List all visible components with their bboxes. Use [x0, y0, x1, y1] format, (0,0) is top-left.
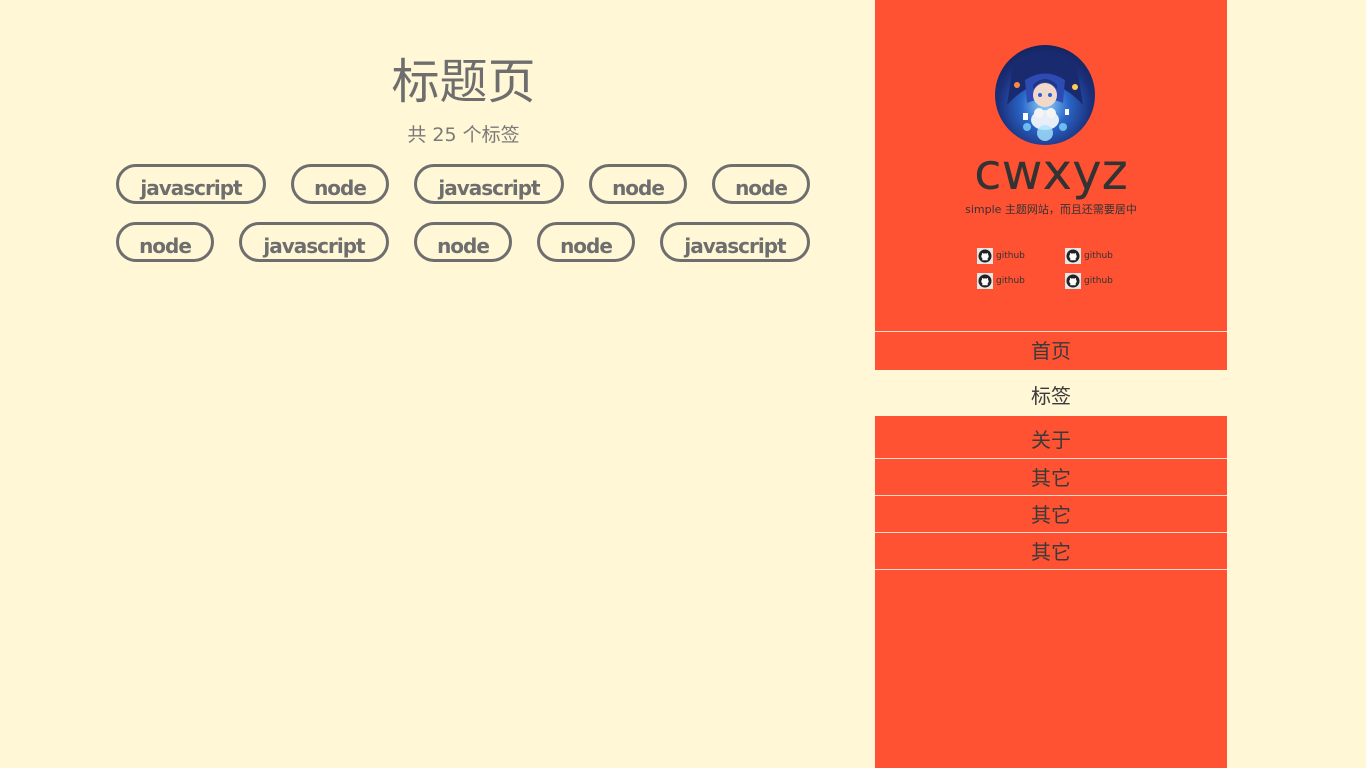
avatar[interactable] [995, 45, 1095, 145]
github-icon [977, 248, 993, 264]
social-link-github[interactable]: github [977, 273, 1025, 289]
avatar-image [1007, 53, 1083, 141]
social-link-github[interactable]: github [977, 248, 1025, 264]
tag-pill[interactable]: node [291, 164, 389, 204]
tag-pill[interactable]: node [537, 222, 635, 262]
social-link-label: github [996, 251, 1025, 261]
page-title: 标题页 [391, 54, 536, 110]
tag-pill[interactable]: javascript [660, 222, 810, 262]
page: 标题页 共 25 个标签 javascript node javascript … [0, 0, 1366, 768]
site-description: simple 主题网站，而且还需要居中 [965, 203, 1137, 216]
main-content: 标题页 共 25 个标签 javascript node javascript … [0, 0, 875, 768]
tag-pill[interactable]: javascript [116, 164, 266, 204]
tag-pill[interactable]: javascript [414, 164, 564, 204]
tag-pill[interactable]: javascript [239, 222, 389, 262]
social-link-label: github [1084, 276, 1113, 286]
nav-item-other[interactable]: 其它 [875, 533, 1227, 570]
social-link-github[interactable]: github [1065, 248, 1113, 264]
tag-count: 共 25 个标签 [407, 124, 520, 146]
tag-pill[interactable]: node [116, 222, 214, 262]
github-icon [977, 273, 993, 289]
tag-pill[interactable]: node [414, 222, 512, 262]
sidebar-nav: 首页 标签 关于 其它 其它 其它 [875, 331, 1227, 570]
social-link-github[interactable]: github [1065, 273, 1113, 289]
nav-item-other[interactable]: 其它 [875, 496, 1227, 533]
nav-item-tags[interactable]: 标签 [875, 370, 1227, 416]
social-link-label: github [996, 276, 1025, 286]
github-icon [1065, 273, 1081, 289]
sidebar: cwxyz simple 主题网站，而且还需要居中 github github [875, 0, 1227, 768]
site-name[interactable]: cwxyz [875, 140, 1227, 204]
nav-item-about[interactable]: 关于 [875, 416, 1227, 459]
nav-item-home[interactable]: 首页 [875, 331, 1227, 370]
social-link-label: github [1084, 251, 1113, 261]
tag-list-row-2: node javascript node node javascript [116, 222, 810, 262]
tag-pill[interactable]: node [712, 164, 810, 204]
nav-item-other[interactable]: 其它 [875, 459, 1227, 496]
tag-list-row-1: javascript node javascript node node [116, 164, 810, 204]
github-icon [1065, 248, 1081, 264]
tag-pill[interactable]: node [589, 164, 687, 204]
